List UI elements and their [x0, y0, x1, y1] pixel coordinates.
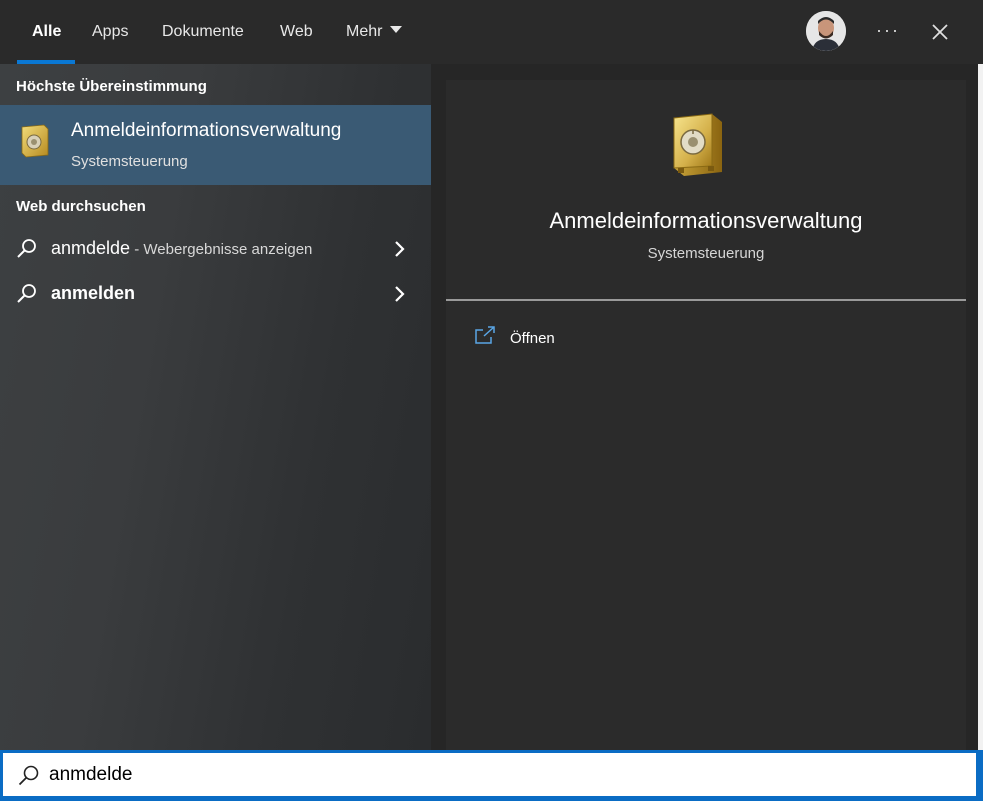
web-search-query-text: anmelden — [51, 283, 136, 303]
detail-subtitle: Systemsteuerung — [647, 245, 765, 262]
background-window-edge — [978, 64, 983, 750]
search-box[interactable] — [3, 753, 976, 796]
best-match-subtitle: Systemsteuerung — [71, 153, 188, 170]
chevron-right-icon — [393, 240, 405, 263]
open-icon — [474, 326, 496, 351]
safe-icon — [18, 123, 50, 164]
detail-card: Anmeldeinformationsverwaltung Systemsteu… — [446, 80, 966, 750]
search-icon — [17, 764, 41, 793]
preview-pane: Anmeldeinformationsverwaltung Systemsteu… — [431, 64, 983, 750]
search-icon — [16, 238, 38, 265]
web-search-query: anmdelde - Webergebnisse anzeigen — [51, 238, 312, 259]
search-icon — [16, 283, 38, 310]
tab-alle[interactable]: Alle — [32, 0, 61, 64]
chevron-down-icon — [390, 26, 403, 34]
open-label: Öffnen — [510, 330, 555, 347]
web-search-hint: - Webergebnisse anzeigen — [130, 241, 313, 258]
tab-mehr-label: Mehr — [346, 23, 383, 40]
search-box-frame — [0, 750, 983, 801]
best-match-result[interactable]: Anmeldeinformationsverwaltung Systemsteu… — [0, 105, 431, 185]
close-icon[interactable] — [924, 16, 956, 48]
avatar[interactable] — [806, 11, 846, 51]
tab-mehr[interactable]: Mehr — [346, 0, 403, 64]
chevron-right-icon — [393, 285, 405, 308]
web-search-result[interactable]: anmelden — [0, 272, 431, 316]
user-avatar-image — [806, 11, 846, 51]
web-search-result[interactable]: anmdelde - Webergebnisse anzeigen — [0, 227, 431, 271]
web-search-query-text: anmdelde — [51, 238, 131, 258]
detail-title: Anmeldeinformationsverwaltung — [549, 208, 863, 233]
open-button[interactable]: Öffnen — [474, 326, 594, 350]
search-input[interactable] — [49, 761, 949, 789]
best-match-title: Anmeldeinformationsverwaltung — [71, 120, 342, 141]
ellipsis-icon[interactable]: ··· — [872, 18, 904, 46]
divider — [446, 299, 966, 301]
tab-dokumente[interactable]: Dokumente — [162, 0, 244, 64]
web-search-heading: Web durchsuchen — [16, 198, 146, 215]
results-pane: Höchste Übereinstimmung Anmeldeinformati… — [0, 64, 431, 750]
tab-web[interactable]: Web — [280, 0, 313, 64]
search-top-bar: Alle Apps Dokumente Web Mehr ··· — [0, 0, 983, 64]
safe-icon — [668, 110, 728, 185]
tab-apps[interactable]: Apps — [92, 0, 128, 64]
best-match-heading: Höchste Übereinstimmung — [16, 78, 207, 95]
